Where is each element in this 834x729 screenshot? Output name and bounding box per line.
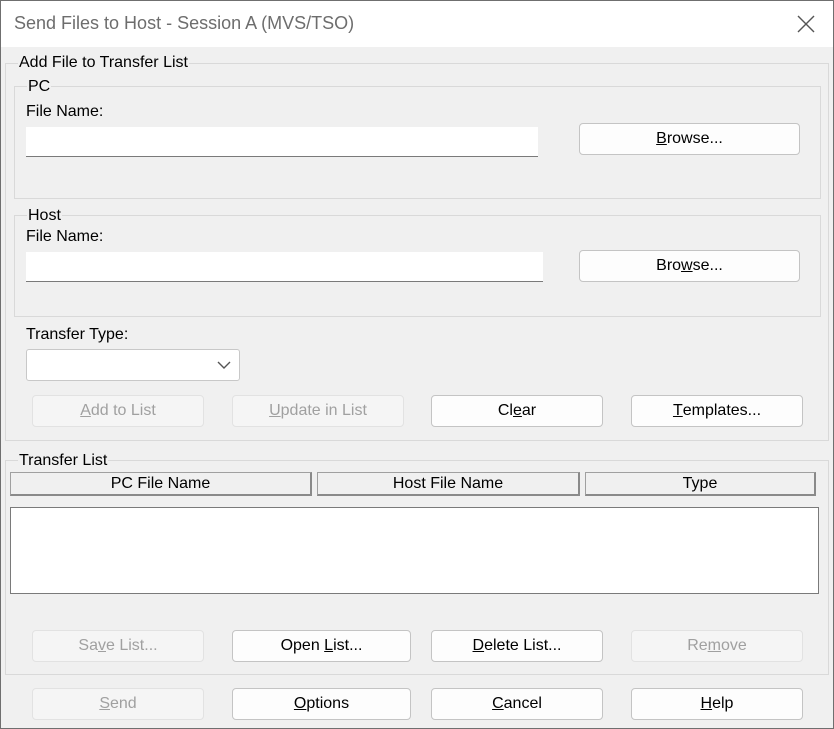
host-file-name-input[interactable]	[26, 252, 543, 282]
transfer-type-label: Transfer Type:	[26, 326, 129, 343]
column-header-host-file-name[interactable]: Host File Name	[317, 472, 580, 496]
transfer-list-box[interactable]	[10, 507, 819, 594]
clear-button[interactable]: Cl e ar	[431, 395, 603, 427]
send-button[interactable]: Send	[32, 688, 204, 720]
cancel-button[interactable]: Cancel	[431, 688, 603, 720]
send-files-dialog: Send Files to Host - Session A (MVS/TSO)…	[0, 0, 834, 729]
open-list-button[interactable]: Open List...	[232, 630, 411, 662]
transfer-type-select[interactable]	[26, 349, 240, 381]
pc-browse-button[interactable]: Browse...	[579, 123, 800, 155]
update-in-list-button[interactable]: Update in List	[232, 395, 404, 427]
pc-file-name-label: File Name:	[26, 103, 104, 120]
column-header-pc-file-name[interactable]: PC File Name	[10, 472, 312, 496]
host-file-name-label: File Name:	[26, 228, 104, 245]
pc-group-title: PC	[27, 78, 52, 96]
save-list-button[interactable]: Sa v e List...	[32, 630, 204, 662]
title-bar[interactable]: Send Files to Host - Session A (MVS/TSO)	[1, 1, 833, 47]
window-title: Send Files to Host - Session A (MVS/TSO)	[14, 13, 355, 33]
chevron-down-icon	[217, 361, 231, 369]
add-file-group-title: Add File to Transfer List	[18, 54, 189, 72]
transfer-list-title: Transfer List	[18, 452, 109, 470]
templates-button[interactable]: Templates...	[631, 395, 803, 427]
delete-list-button[interactable]: Delete List...	[431, 630, 603, 662]
host-browse-button[interactable]: Bro w se...	[579, 250, 800, 282]
remove-button[interactable]: Re m ove	[631, 630, 803, 662]
close-icon	[797, 15, 815, 33]
pc-file-name-input[interactable]	[26, 127, 538, 157]
column-header-type[interactable]: Type	[585, 472, 816, 496]
bottom-separator	[5, 674, 829, 675]
close-button[interactable]	[781, 5, 831, 43]
options-button[interactable]: Options	[232, 688, 411, 720]
help-button[interactable]: Help	[631, 688, 803, 720]
host-group-title: Host	[27, 207, 62, 225]
add-to-list-button[interactable]: Add to List	[32, 395, 204, 427]
